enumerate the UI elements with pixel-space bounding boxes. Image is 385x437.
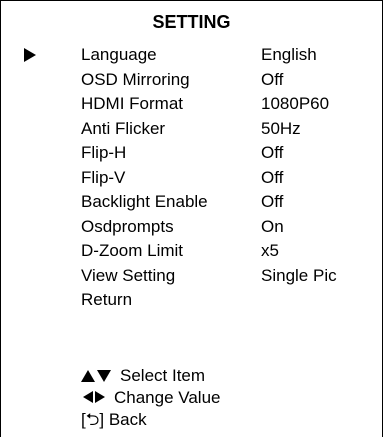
menu-item-value: Off — [261, 167, 284, 187]
menu-item-label: Backlight Enable — [81, 192, 208, 211]
menu-item-label: OSD Mirroring — [81, 69, 190, 89]
menu-item-label: Flip-V — [81, 167, 126, 187]
menu-item-value: 1080P60 — [261, 94, 330, 113]
menu-item-value: Off — [261, 69, 284, 89]
menu-item-d-zoom-limit[interactable]: D-Zoom Limit x5 — [81, 240, 381, 265]
menu-item-label: Osdprompts — [81, 216, 174, 236]
up-down-arrows-icon — [81, 366, 111, 385]
menu-item-view-setting[interactable]: View Setting Single Pic — [81, 265, 381, 290]
menu-item-label: D-Zoom Limit — [81, 241, 184, 260]
menu-item-return[interactable]: Return — [81, 289, 381, 314]
menu-item-value: English — [261, 45, 317, 64]
return-arrow-icon: [⮌] — [81, 410, 105, 429]
menu-item-language[interactable]: Language English — [81, 44, 381, 69]
menu-item-value: Single Pic — [261, 265, 337, 285]
hint-change-value: Change Value — [81, 388, 221, 410]
hint-label: Change Value — [114, 388, 221, 407]
hint-label: Select Item — [120, 366, 206, 385]
menu-item-flip-h[interactable]: Flip-H Off — [81, 142, 381, 167]
key-hints: Select Item Change Value [⮌] Back — [81, 366, 221, 432]
hint-back: [⮌] Back — [81, 410, 221, 432]
menu-item-value: Off — [261, 192, 284, 211]
menu-title: SETTING — [152, 12, 231, 32]
settings-menu: Language English OSD Mirroring Off HDMI … — [81, 44, 381, 314]
menu-item-label: Anti Flicker — [81, 118, 166, 138]
menu-item-value: 50Hz — [261, 118, 301, 138]
menu-item-label: HDMI Format — [81, 94, 183, 113]
hint-label: Back — [108, 410, 147, 429]
menu-item-value: On — [261, 216, 284, 236]
menu-item-hdmi-format[interactable]: HDMI Format 1080P60 — [81, 93, 381, 118]
hint-select-item: Select Item — [81, 366, 221, 388]
menu-item-flip-v[interactable]: Flip-V Off — [81, 167, 381, 192]
menu-item-anti-flicker[interactable]: Anti Flicker 50Hz — [81, 118, 381, 143]
menu-item-value: Off — [261, 143, 284, 162]
menu-item-backlight-enable[interactable]: Backlight Enable Off — [81, 191, 381, 216]
left-right-arrows-icon — [81, 388, 105, 407]
menu-item-label: Language — [81, 45, 157, 64]
menu-item-label: View Setting — [81, 265, 176, 285]
menu-item-osdprompts[interactable]: Osdprompts On — [81, 216, 381, 241]
selection-arrow-icon — [24, 48, 36, 62]
menu-item-label: Flip-H — [81, 143, 127, 162]
menu-item-label: Return — [81, 290, 133, 309]
menu-item-osd-mirroring[interactable]: OSD Mirroring Off — [81, 69, 381, 94]
menu-item-value: x5 — [261, 241, 279, 260]
